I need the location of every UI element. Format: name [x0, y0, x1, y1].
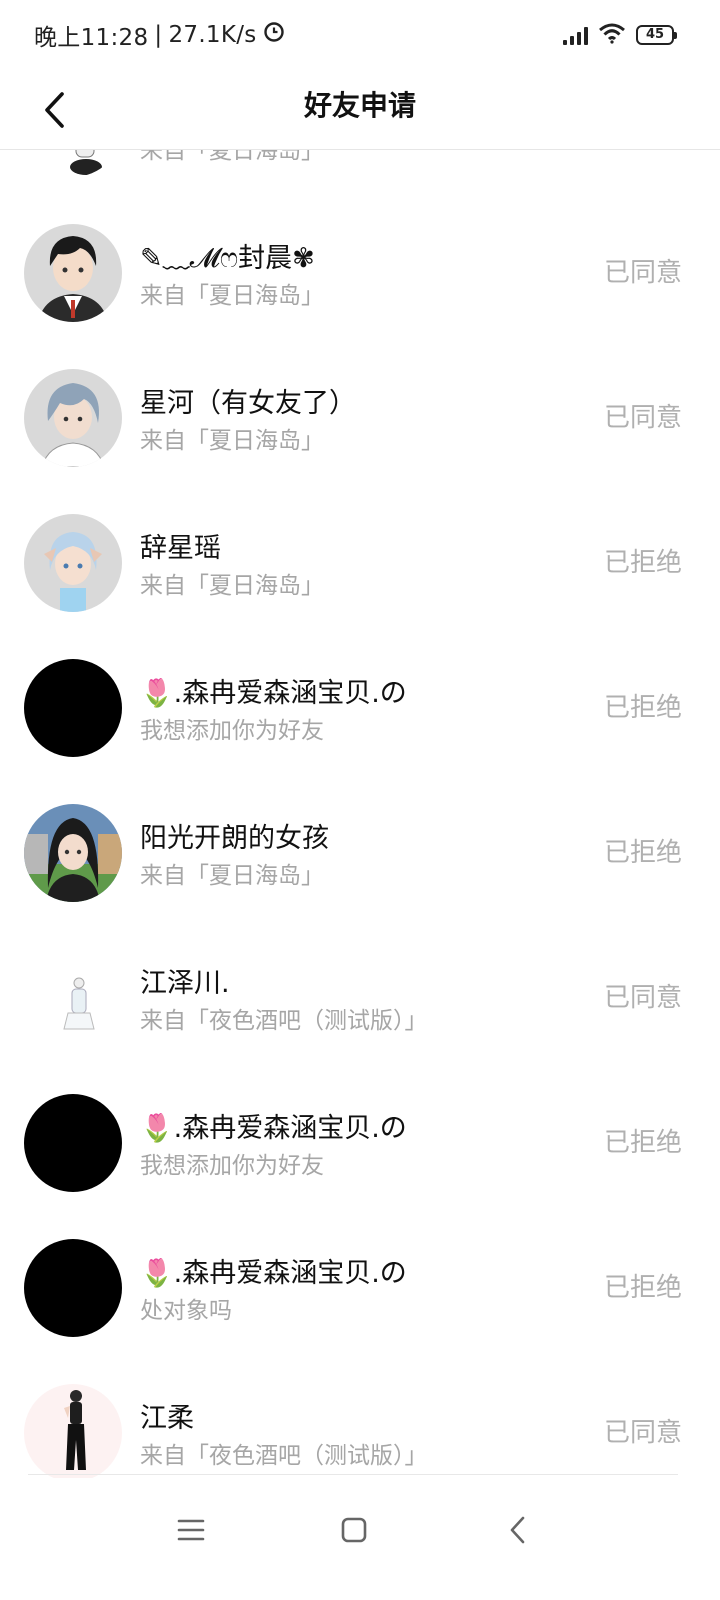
request-status: 已拒绝 [603, 548, 682, 578]
system-nav-bar [0, 1478, 720, 1600]
request-row[interactable]: 🌷.森冉爱森涵宝贝.の 我想添加你为好友 已拒绝 [0, 635, 720, 780]
menu-button[interactable] [161, 1500, 221, 1560]
requester-name: 江泽川. [140, 968, 230, 999]
requester-name: 🌷.森冉爱森涵宝贝.の [140, 1113, 407, 1144]
request-source: 我想添加你为好友 [140, 718, 324, 744]
requester-name: 🌷.森冉爱森涵宝贝.の [140, 678, 407, 709]
request-source: 来自「夏日海岛」 [140, 283, 324, 309]
status-left: 晚上11:28 | 27.1K/s [34, 18, 285, 52]
home-square-icon [341, 1517, 367, 1543]
request-status: 已同意 [603, 983, 682, 1013]
user-avatar [24, 150, 122, 177]
home-button[interactable] [324, 1500, 384, 1560]
request-row[interactable]: 星河（有女友了） 来自「夏日海岛」 已同意 [0, 345, 720, 490]
request-source: 处对象吗 [140, 1298, 232, 1324]
request-source: 来自「夏日海岛」 [140, 428, 324, 454]
header: 好友申请 [0, 70, 720, 150]
status-bar: 晚上11:28 | 27.1K/s 45 [0, 0, 720, 70]
request-status: 已拒绝 [603, 1128, 682, 1158]
request-source: 来自「夜色酒吧（测试版）」 [140, 1008, 428, 1034]
friend-request-list[interactable]: 来自「夏日海岛」 ✎﹏𝓜ෆ封晨✾ 来自「夏日海岛」 已同意 星河（有女友了） 来… [0, 150, 720, 1500]
request-source: 来自「夏日海岛」 [140, 150, 324, 164]
requester-name: 江柔 [140, 1403, 194, 1434]
request-status: 已拒绝 [603, 1273, 682, 1303]
request-source: 来自「夏日海岛」 [140, 573, 324, 599]
request-source: 来自「夜色酒吧（测试版）」 [140, 1443, 428, 1469]
request-list-inner: 来自「夏日海岛」 ✎﹏𝓜ෆ封晨✾ 来自「夏日海岛」 已同意 星河（有女友了） 来… [0, 150, 720, 1500]
request-row[interactable]: ✎﹏𝓜ෆ封晨✾ 来自「夏日海岛」 已同意 [0, 200, 720, 345]
wifi-icon [598, 22, 626, 48]
user-avatar [24, 1384, 122, 1482]
request-status: 已同意 [603, 258, 682, 288]
user-avatar [24, 659, 122, 757]
requester-name: 阳光开朗的女孩 [140, 823, 329, 854]
request-status: 已拒绝 [603, 693, 682, 723]
request-source: 我想添加你为好友 [140, 1153, 324, 1179]
requester-name: ✎﹏𝓜ෆ封晨✾ [140, 243, 315, 274]
signal-icon [563, 25, 588, 45]
user-avatar [24, 369, 122, 467]
nav-divider [28, 1474, 678, 1475]
network-speed: 27.1K/s [168, 22, 257, 48]
request-status: 已同意 [603, 1418, 682, 1448]
request-status: 已同意 [603, 403, 682, 433]
status-time: 晚上11:28 [34, 25, 149, 51]
nav-back-button[interactable] [488, 1500, 548, 1560]
request-row[interactable]: 🌷.森冉爱森涵宝贝.の 我想添加你为好友 已拒绝 [0, 1070, 720, 1215]
alarm-icon [263, 21, 285, 49]
user-avatar [24, 514, 122, 612]
request-row[interactable]: 来自「夏日海岛」 [0, 150, 720, 200]
battery-icon: 45 [636, 25, 677, 45]
requester-name: 星河（有女友了） [140, 388, 356, 419]
requester-name: 辞星瑶 [140, 533, 221, 564]
menu-icon [177, 1519, 205, 1541]
back-chevron-icon [510, 1516, 525, 1544]
request-source: 来自「夏日海岛」 [140, 863, 324, 889]
status-right: 45 [563, 22, 677, 48]
request-row[interactable]: 阳光开朗的女孩 来自「夏日海岛」 已拒绝 [0, 780, 720, 925]
user-avatar [24, 1094, 122, 1192]
status-separator: | [154, 22, 163, 48]
request-row[interactable]: 🌷.森冉爱森涵宝贝.の 处对象吗 已拒绝 [0, 1215, 720, 1360]
request-row[interactable]: 江泽川. 来自「夜色酒吧（测试版）」 已同意 [0, 925, 720, 1070]
user-avatar [24, 1239, 122, 1337]
requester-name: 🌷.森冉爱森涵宝贝.の [140, 1258, 407, 1289]
user-avatar [24, 949, 122, 1047]
request-status: 已拒绝 [603, 838, 682, 868]
page-title: 好友申请 [303, 89, 416, 122]
user-avatar [24, 224, 122, 322]
user-avatar [24, 804, 122, 902]
request-row[interactable]: 辞星瑶 来自「夏日海岛」 已拒绝 [0, 490, 720, 635]
